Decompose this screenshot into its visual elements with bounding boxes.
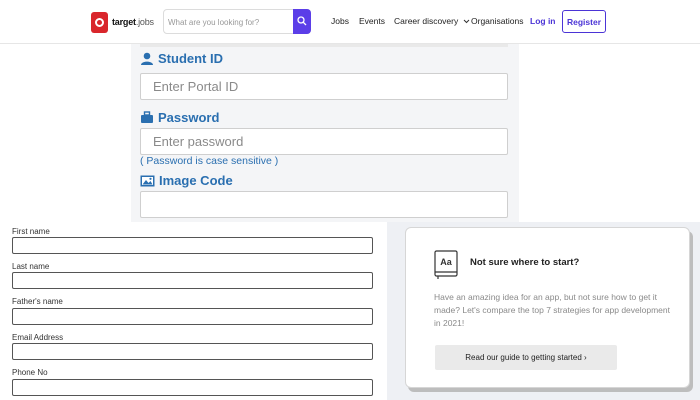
- nav-career-discovery[interactable]: Career discovery: [394, 16, 470, 26]
- first-name-label: First name: [12, 227, 50, 236]
- search-box: [163, 9, 311, 34]
- email-input[interactable]: [12, 343, 373, 360]
- registration-form: First name Last name Father's name Email…: [0, 222, 387, 400]
- promo-card: Aa Not sure where to start? Have an amaz…: [405, 227, 690, 388]
- panel-divider: [140, 44, 508, 47]
- student-id-label: Student ID: [140, 51, 223, 66]
- login-link[interactable]: Log in: [530, 16, 556, 26]
- phone-input[interactable]: [12, 379, 373, 396]
- logo-icon: [91, 11, 108, 33]
- nav-jobs[interactable]: Jobs: [331, 16, 349, 26]
- site-logo[interactable]: target.jobs: [91, 10, 154, 34]
- student-id-input[interactable]: [140, 73, 508, 100]
- chevron-down-icon: [463, 19, 469, 24]
- image-code-label: Image Code: [140, 173, 233, 188]
- register-button[interactable]: Register: [562, 10, 606, 33]
- promo-section: Aa Not sure where to start? Have an amaz…: [387, 222, 700, 400]
- password-label: Password: [140, 110, 219, 125]
- phone-label: Phone No: [12, 368, 48, 377]
- nav-career-label: Career discovery: [394, 16, 459, 26]
- search-icon: [297, 16, 307, 26]
- nav-organisations[interactable]: Organisations: [471, 16, 523, 26]
- image-icon: [140, 175, 155, 186]
- logo-text: target.jobs: [112, 17, 154, 27]
- briefcase-icon: [141, 111, 153, 123]
- read-guide-button[interactable]: Read our guide to getting started ›: [435, 345, 617, 370]
- site-header: target.jobs Jobs Events Career discovery…: [0, 0, 700, 44]
- portal-login-panel: Student ID Password ( Password is case s…: [131, 44, 519, 222]
- first-name-input[interactable]: [12, 237, 373, 254]
- last-name-input[interactable]: [12, 272, 373, 289]
- card-title: Not sure where to start?: [470, 257, 580, 268]
- card-description: Have an amazing idea for an app, but not…: [434, 292, 670, 328]
- user-icon: [141, 52, 153, 65]
- search-button[interactable]: [293, 9, 311, 34]
- fathers-name-label: Father's name: [12, 297, 63, 306]
- email-label: Email Address: [12, 333, 64, 342]
- search-input[interactable]: [168, 13, 292, 31]
- password-hint: ( Password is case sensitive ): [140, 155, 279, 167]
- fathers-name-input[interactable]: [12, 308, 373, 325]
- nav-events[interactable]: Events: [359, 16, 385, 26]
- last-name-label: Last name: [12, 262, 50, 271]
- image-code-input[interactable]: [140, 191, 508, 218]
- font-icon-text: Aa: [440, 257, 452, 267]
- password-input[interactable]: [140, 128, 508, 155]
- font-icon: Aa: [434, 250, 458, 279]
